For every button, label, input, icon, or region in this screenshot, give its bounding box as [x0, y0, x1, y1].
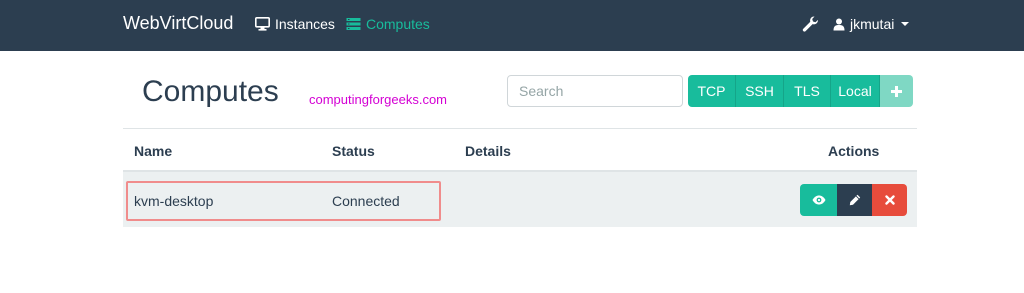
- pencil-icon: [849, 194, 860, 206]
- column-header-name: Name: [134, 143, 173, 159]
- eye-icon: [812, 195, 825, 205]
- add-compute-button-group: TCP SSH TLS Local: [688, 75, 913, 107]
- edit-button[interactable]: [837, 184, 872, 216]
- times-icon: [884, 195, 895, 205]
- add-ssh-button[interactable]: SSH: [736, 75, 784, 107]
- server-icon: [346, 18, 361, 30]
- column-header-status: Status: [332, 143, 375, 159]
- add-local-button[interactable]: Local: [831, 75, 880, 107]
- table-top-border: [123, 128, 917, 129]
- add-tcp-button[interactable]: TCP: [688, 75, 736, 107]
- search-input[interactable]: [507, 75, 683, 107]
- caret-down-icon: [901, 22, 910, 26]
- watermark-text: computingforgeeks.com: [309, 92, 448, 107]
- top-navbar: WebVirtCloud Instances Computes jkmutai: [0, 0, 1024, 51]
- user-menu[interactable]: jkmutai: [833, 16, 910, 32]
- add-tls-button[interactable]: TLS: [784, 75, 831, 107]
- wrench-icon[interactable]: [801, 15, 819, 33]
- brand-logo[interactable]: WebVirtCloud: [123, 13, 233, 34]
- view-button[interactable]: [800, 184, 837, 216]
- username-label: jkmutai: [850, 16, 895, 32]
- nav-instances-label: Instances: [275, 16, 335, 32]
- desktop-icon: [255, 17, 270, 31]
- delete-button[interactable]: [872, 184, 907, 216]
- nav-instances[interactable]: Instances: [255, 16, 335, 32]
- column-header-details: Details: [465, 143, 511, 159]
- nav-computes-label: Computes: [366, 16, 430, 32]
- nav-computes[interactable]: Computes: [346, 16, 430, 32]
- page-title: Computes: [142, 75, 279, 108]
- highlight-box: [126, 181, 441, 221]
- add-button[interactable]: [880, 75, 913, 107]
- plus-icon: [891, 85, 902, 97]
- user-icon: [833, 18, 845, 30]
- column-header-actions: Actions: [828, 143, 880, 159]
